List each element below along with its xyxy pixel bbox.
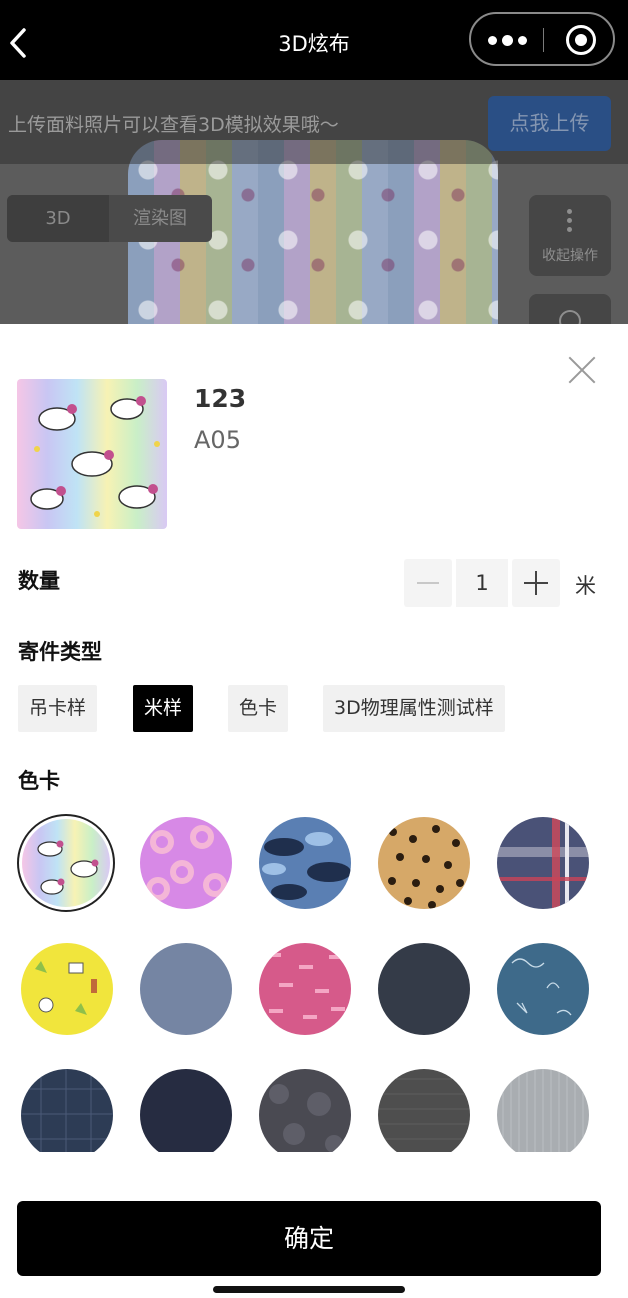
- vertical-dots-icon: [567, 209, 572, 232]
- tab-3d[interactable]: 3D: [7, 195, 109, 242]
- camo-pattern: [262, 832, 351, 900]
- leopard-pattern: [388, 825, 464, 909]
- swatch-dark-check[interactable]: [21, 1069, 113, 1161]
- swatch-teal-sketch[interactable]: [497, 943, 589, 1035]
- swatch-slate-blue[interactable]: [140, 943, 232, 1035]
- confirm-button[interactable]: 确定: [17, 1201, 601, 1276]
- check-pattern: [21, 1069, 113, 1161]
- unicorn-pattern-image: [17, 379, 167, 529]
- pink-pattern-texture: [267, 953, 345, 1019]
- floral-pattern: [269, 1084, 343, 1153]
- quantity-label: 数量: [18, 569, 60, 593]
- swatch-donut-purple[interactable]: [140, 817, 232, 909]
- tweed-pattern: [378, 1078, 470, 1155]
- upload-button[interactable]: 点我上传: [488, 96, 611, 151]
- navigation-bar: 3D炫布: [0, 0, 628, 80]
- swatch-blue-camouflage[interactable]: [259, 817, 351, 909]
- swatch-pink-pattern[interactable]: [259, 943, 351, 1035]
- swatch-silver-stripe[interactable]: [497, 1069, 589, 1161]
- quantity-unit: 米: [575, 574, 596, 598]
- chip-3d-physical-test[interactable]: 3D物理属性测试样: [323, 685, 505, 732]
- product-name: 123: [194, 384, 247, 413]
- view-mode-tabs: 3D 渲染图: [7, 195, 212, 242]
- chip-meter-sample[interactable]: 米样: [133, 685, 194, 732]
- home-indicator: [213, 1286, 405, 1293]
- undo-button[interactable]: [529, 294, 611, 325]
- unicorn-swatch-image: [22, 819, 110, 907]
- swatch-midnight-navy[interactable]: [140, 1069, 232, 1161]
- undo-icon: [559, 310, 581, 325]
- stripe-pattern: [502, 1069, 584, 1161]
- sample-order-sheet: 123 A05 数量 1 米 寄件类型 吊卡样 米样 色卡 3D物理属性测试样 …: [0, 324, 628, 1298]
- collapse-actions-button[interactable]: 收起操作: [529, 195, 611, 276]
- swatch-leopard[interactable]: [378, 817, 470, 909]
- chip-hang-card-sample[interactable]: 吊卡样: [18, 685, 98, 732]
- collapse-actions-label: 收起操作: [542, 248, 598, 264]
- swatch-charcoal[interactable]: [378, 943, 470, 1035]
- scroll-fade: [0, 1152, 628, 1192]
- product-code: A05: [194, 426, 241, 454]
- swatch-navy-plaid[interactable]: [497, 817, 589, 909]
- increase-button[interactable]: [512, 559, 560, 607]
- close-icon[interactable]: [566, 354, 598, 386]
- swatch-gray-tweed[interactable]: [378, 1069, 470, 1161]
- upload-banner: 上传面料照片可以查看3D模拟效果哦～ 点我上传: [0, 80, 628, 164]
- color-card-label: 色卡: [18, 769, 60, 793]
- swatch-dark-floral[interactable]: [259, 1069, 351, 1161]
- quantity-input[interactable]: 1: [456, 559, 508, 607]
- tab-render[interactable]: 渲染图: [109, 195, 211, 242]
- decrease-button[interactable]: [404, 559, 452, 607]
- mini-program-capsule: [469, 12, 615, 66]
- fabric-thumbnail: [17, 379, 167, 529]
- shipping-type-label: 寄件类型: [18, 640, 102, 664]
- chip-color-card[interactable]: 色卡: [228, 685, 289, 732]
- swatch-unicorn-rainbow[interactable]: [17, 814, 115, 912]
- swatch-yellow-doodle[interactable]: [21, 943, 113, 1035]
- background-3d-view: 上传面料照片可以查看3D模拟效果哦～ 点我上传 3D 渲染图 收起操作: [0, 80, 628, 325]
- donut-pattern: [146, 825, 227, 901]
- banner-text: 上传面料照片可以查看3D模拟效果哦～: [8, 114, 339, 136]
- sketch-pattern: [511, 958, 572, 1016]
- plaid-pattern: [497, 817, 589, 909]
- doodle-pattern: [35, 961, 97, 1015]
- more-dots-icon[interactable]: [488, 35, 527, 46]
- target-circle-icon[interactable]: [566, 25, 596, 55]
- capsule-divider: [543, 28, 544, 52]
